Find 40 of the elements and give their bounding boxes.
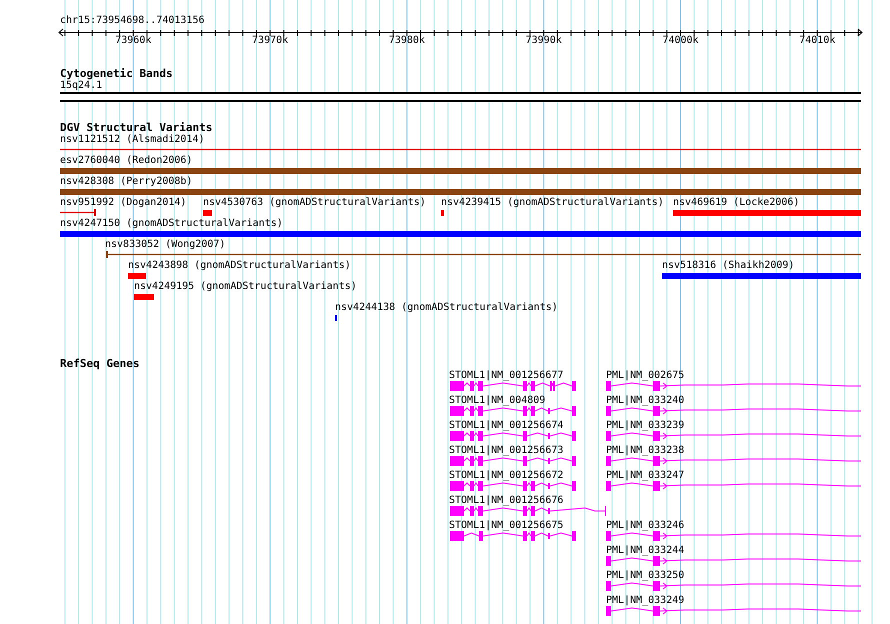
tick-label: 73960k bbox=[114, 35, 152, 47]
transcript-label: PML|NM_002675 bbox=[606, 370, 684, 382]
variant-label: nsv833052 (Wong2007) bbox=[105, 239, 226, 251]
locus-label: chr15:73954698..74013156 bbox=[60, 15, 204, 27]
variant-label: nsv4244138 (gnomADStructuralVariants) bbox=[335, 302, 558, 314]
variant-label: nsv1121512 (Alsmadi2014) bbox=[60, 134, 204, 146]
variant-label: nsv469619 (Locke2006) bbox=[673, 197, 800, 209]
transcript-label: PML|NM_033249 bbox=[606, 595, 684, 607]
tick-label: 73970k bbox=[251, 35, 290, 47]
transcript-label: PML|NM_033240 bbox=[606, 395, 684, 407]
variant-label: nsv4249195 (gnomADStructuralVariants) bbox=[134, 281, 357, 293]
transcript-label: PML|NM_033246 bbox=[606, 520, 684, 532]
track-title: Cytogenetic Bands bbox=[60, 67, 173, 80]
variant-label: nsv4247150 (gnomADStructuralVariants) bbox=[60, 218, 283, 230]
transcript-label: PML|NM_033238 bbox=[606, 445, 684, 457]
band-label: 15q24.1 bbox=[60, 80, 102, 92]
variant-label: nsv951992 (Dogan2014) bbox=[60, 197, 186, 209]
transcript-label: STOML1|NM_004809 bbox=[449, 395, 546, 407]
transcript-label: STOML1|NM_001256673 bbox=[449, 445, 564, 457]
track-title: RefSeq Genes bbox=[60, 357, 140, 371]
tick-label: 73980k bbox=[388, 35, 426, 47]
transcript-label: PML|NM_033250 bbox=[606, 570, 684, 582]
transcript-label: PML|NM_033244 bbox=[606, 545, 684, 557]
tick-label: 73990k bbox=[524, 35, 563, 47]
transcript-label: STOML1|NM_001256677 bbox=[449, 370, 564, 382]
variant-label: nsv428308 (Perry2008b) bbox=[60, 176, 192, 188]
variant-label: nsv4243898 (gnomADStructuralVariants) bbox=[128, 260, 351, 272]
variant-label: nsv518316 (Shaikh2009) bbox=[662, 260, 794, 272]
transcript-label: STOML1|NM_001256675 bbox=[449, 520, 564, 532]
tick-label: 74010k bbox=[798, 35, 836, 47]
transcript-label: PML|NM_033239 bbox=[606, 420, 684, 432]
variant-label: esv2760040 (Redon2006) bbox=[60, 155, 192, 167]
transcript-label: STOML1|NM_001256674 bbox=[449, 420, 564, 432]
tick-label: 74000k bbox=[661, 35, 700, 47]
transcript-label: STOML1|NM_001256672 bbox=[449, 470, 564, 482]
track-title: DGV Structural Variants bbox=[60, 121, 212, 134]
variant-label: nsv4530763 (gnomADStructuralVariants) bbox=[203, 197, 426, 209]
transcript-label: STOML1|NM_001256676 bbox=[449, 495, 564, 507]
transcript-label: PML|NM_033247 bbox=[606, 470, 684, 482]
variant-label: nsv4239415 (gnomADStructuralVariants) bbox=[441, 197, 664, 209]
